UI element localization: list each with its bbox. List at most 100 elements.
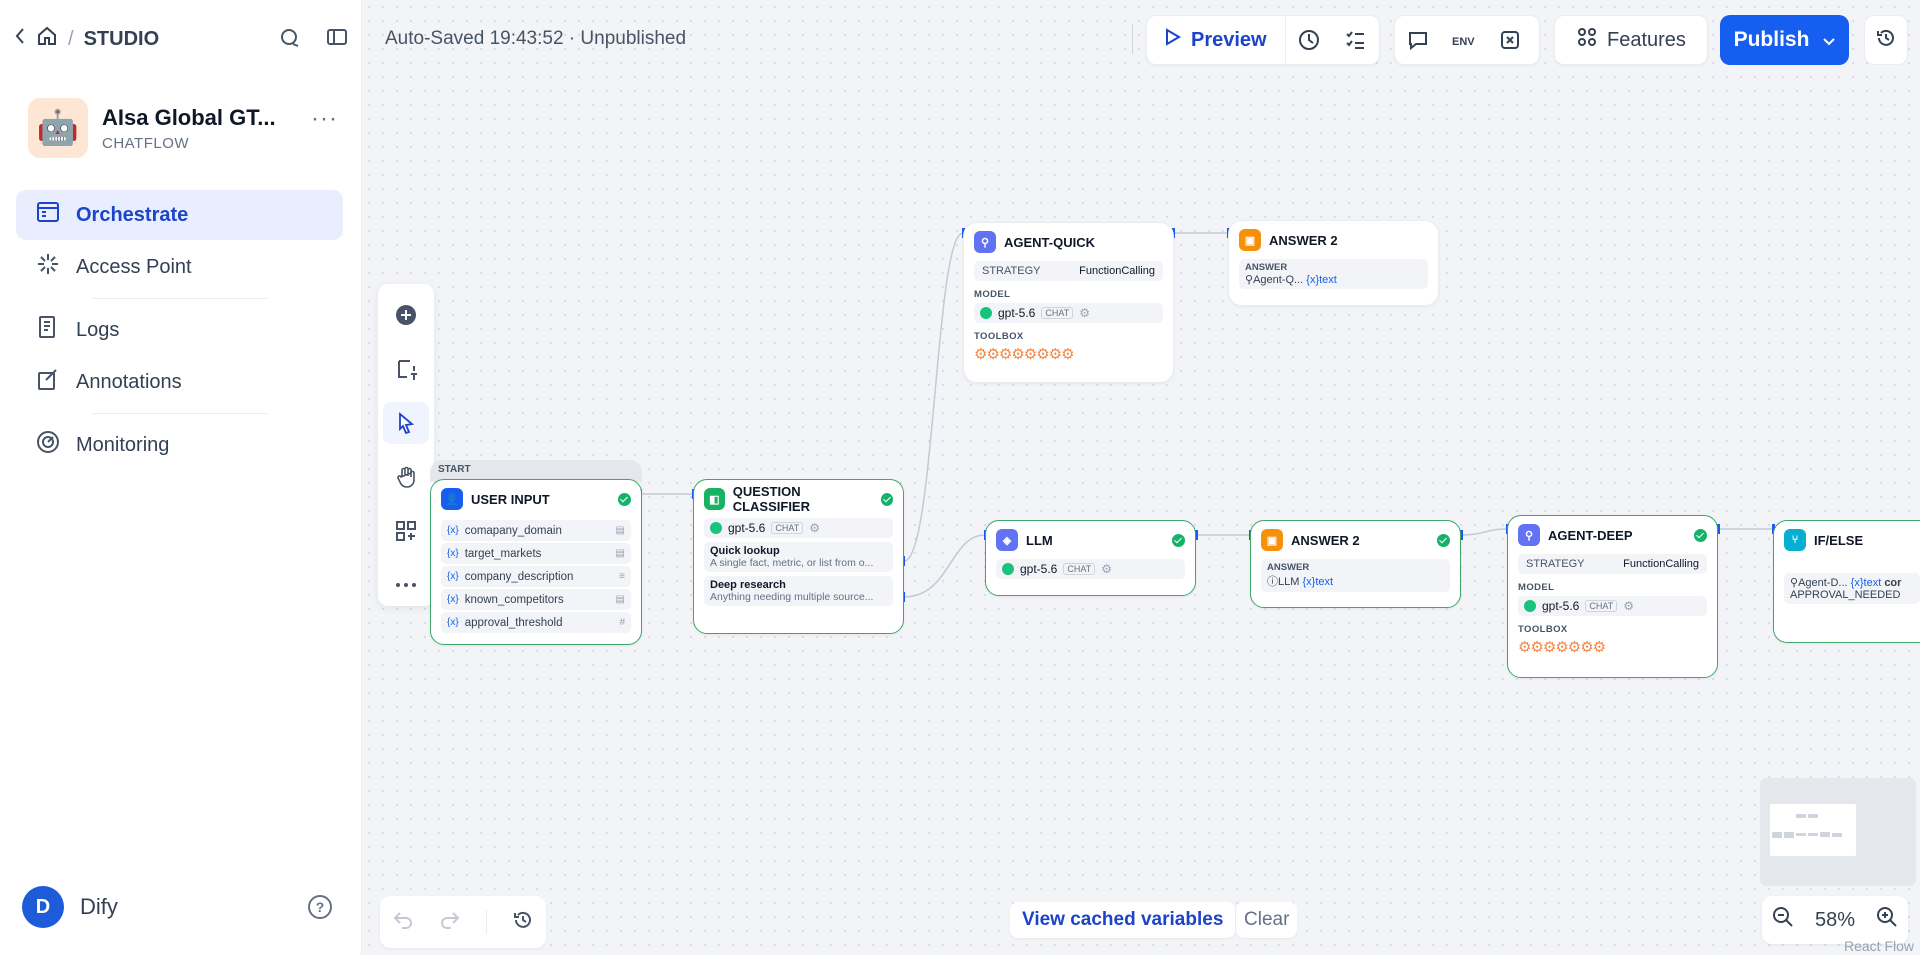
openai-icon — [1002, 563, 1014, 575]
openai-icon — [980, 307, 992, 319]
sidebar-item-orchestrate[interactable]: Orchestrate — [16, 190, 343, 240]
node-answer-mid[interactable]: ▣ ANSWER 2 ANSWER ⓘLLM {x}text — [1250, 520, 1461, 608]
run-history-icon[interactable] — [1286, 17, 1332, 63]
version-history-button[interactable] — [1864, 15, 1908, 65]
text-input-icon: ▤ — [615, 594, 625, 605]
undo-icon[interactable] — [392, 910, 414, 935]
sidebar-item-monitoring[interactable]: Monitoring — [16, 420, 343, 470]
success-check-icon — [880, 492, 893, 506]
env-icon[interactable]: ENV — [1441, 17, 1487, 63]
variable-icon: {x} — [447, 525, 459, 536]
access-point-icon — [36, 252, 60, 282]
node-answer-top[interactable]: ▣ ANSWER 2 ANSWER ⚲Agent-Q... {x}text — [1228, 220, 1439, 306]
robot-icon: 🤖 — [28, 98, 88, 158]
nav-divider — [92, 413, 267, 414]
user-menu[interactable]: D Dify ? — [22, 886, 332, 928]
minimap[interactable] — [1760, 778, 1916, 886]
add-node-icon[interactable] — [383, 294, 429, 336]
model-label: MODEL — [974, 289, 1011, 300]
condition-box: ⚲Agent-D... {x}text cor APPROVAL_NEEDED — [1784, 573, 1920, 604]
hand-icon[interactable] — [383, 456, 429, 498]
nav-divider — [92, 298, 267, 299]
answer-box: ANSWER ⚲Agent-Q... {x}text — [1239, 259, 1428, 289]
sidebar-item-access-point[interactable]: Access Point — [16, 242, 343, 292]
llm-icon: ◈ — [996, 529, 1018, 551]
strategy-row: STRATEGY FunctionCalling — [1518, 554, 1707, 574]
checklist-icon[interactable] — [1332, 17, 1378, 63]
view-cached-variables-button[interactable]: View cached variables — [1010, 902, 1236, 938]
app-info[interactable]: 🤖 AIsa Global GT... CHATFLOW ··· — [28, 98, 338, 158]
node-title: ANSWER 2 — [1269, 232, 1338, 248]
input-variable: {x} known_competitors ▤ — [441, 589, 631, 610]
node-title: QUESTION CLASSIFIER — [732, 484, 810, 514]
model-selector: gpt-5.6 CHAT ⚙ — [1518, 596, 1707, 616]
node-if-else[interactable]: ⑂ IF/ELSE ⚲Agent-D... {x}text cor APPROV… — [1773, 520, 1920, 643]
publish-label: Publish — [1733, 28, 1810, 51]
change-history-icon[interactable] — [512, 909, 534, 936]
organize-icon[interactable] — [383, 510, 429, 552]
node-title: AGENT-DEEP — [1548, 527, 1633, 543]
input-variable: {x} target_markets ▤ — [441, 543, 631, 564]
sidebar-item-label: Monitoring — [76, 433, 170, 456]
sidebar-item-label: Orchestrate — [76, 203, 189, 226]
avatar: D — [22, 886, 64, 928]
features-button[interactable]: Features — [1554, 15, 1708, 65]
if-else-icon: ⑂ — [1784, 529, 1806, 551]
redo-icon[interactable] — [439, 910, 461, 935]
pointer-icon[interactable] — [383, 402, 429, 444]
node-title: AGENT-QUICK — [1004, 234, 1095, 250]
sidebar-item-logs[interactable]: Logs — [16, 305, 343, 355]
paragraph-input-icon: ≡ — [619, 571, 625, 582]
svg-text:ENV: ENV — [1452, 36, 1475, 48]
classifier-icon: ◧ — [704, 488, 725, 510]
model-settings-icon: ⚙ — [1623, 599, 1634, 613]
openai-icon — [1524, 600, 1536, 612]
agent-small-icon: ⚲ — [1245, 274, 1254, 286]
model-selector: gpt-5.6 CHAT ⚙ — [996, 559, 1185, 579]
node-llm[interactable]: ◈ LLM gpt-5.6 CHAT ⚙ — [985, 520, 1196, 596]
sidebar-item-label: Annotations — [76, 370, 182, 393]
clear-button[interactable]: Clear — [1236, 902, 1298, 938]
features-label: Features — [1607, 28, 1686, 51]
agent-icon: ⚲ — [1518, 524, 1540, 546]
publish-button[interactable]: Publish — [1720, 15, 1849, 65]
sidebar-item-annotations[interactable]: Annotations — [16, 357, 343, 407]
app-type: CHATFLOW — [102, 134, 190, 152]
zoom-in-icon[interactable] — [1876, 906, 1898, 934]
node-question-classifier[interactable]: ◧ QUESTION CLASSIFIER gpt-5.6 CHAT ⚙ Quick… — [693, 479, 904, 634]
success-check-icon — [1437, 533, 1450, 547]
text-input-icon: ▤ — [615, 525, 625, 536]
more-tools-icon[interactable] — [383, 564, 429, 606]
number-input-icon: # — [619, 617, 625, 628]
node-title: IF/ELSE — [1814, 532, 1864, 548]
input-variable: {x} approval_threshold # — [441, 612, 631, 633]
more-options-icon[interactable]: ··· — [311, 105, 338, 133]
variable-icon: {x} — [1302, 576, 1316, 588]
add-note-icon[interactable] — [383, 348, 429, 390]
node-agent-deep[interactable]: ⚲ AGENT-DEEP STRATEGY FunctionCalling MOD… — [1507, 515, 1718, 678]
breadcrumb-studio[interactable]: STUDIO — [84, 28, 160, 51]
variable-icon: {x} — [1306, 274, 1320, 286]
home-icon[interactable] — [36, 25, 58, 53]
node-agent-quick[interactable]: ⚲ AGENT-QUICK STRATEGY FunctionCalling MO… — [963, 222, 1174, 383]
zoom-level[interactable]: 58% — [1815, 909, 1855, 932]
node-user-input[interactable]: 👤 USER INPUT {x} comapany_domain ▤ {x} targ… — [430, 479, 642, 645]
user-name: Dify — [80, 894, 118, 919]
global-variables-icon[interactable] — [1487, 17, 1533, 63]
react-flow-attribution[interactable]: React Flow — [1844, 938, 1914, 954]
breadcrumb: / STUDIO — [14, 25, 159, 53]
model-settings-icon: ⚙ — [809, 521, 820, 535]
chevron-down-icon — [1823, 28, 1836, 52]
chevron-left-icon[interactable] — [14, 27, 26, 51]
minimap-viewport — [1770, 804, 1856, 856]
user-input-icon: 👤 — [441, 488, 463, 510]
help-icon[interactable]: ? — [308, 895, 332, 919]
play-icon — [1165, 28, 1181, 52]
preview-button[interactable]: Preview — [1147, 16, 1286, 64]
zoom-out-icon[interactable] — [1772, 906, 1794, 934]
canvas-toolbar — [378, 284, 434, 606]
conversation-variables-icon[interactable] — [1395, 17, 1441, 63]
sync-icon[interactable] — [278, 26, 300, 53]
class-item: Deep research Anything needing multiple s… — [704, 576, 893, 606]
sidebar-toggle-icon[interactable] — [326, 27, 348, 52]
